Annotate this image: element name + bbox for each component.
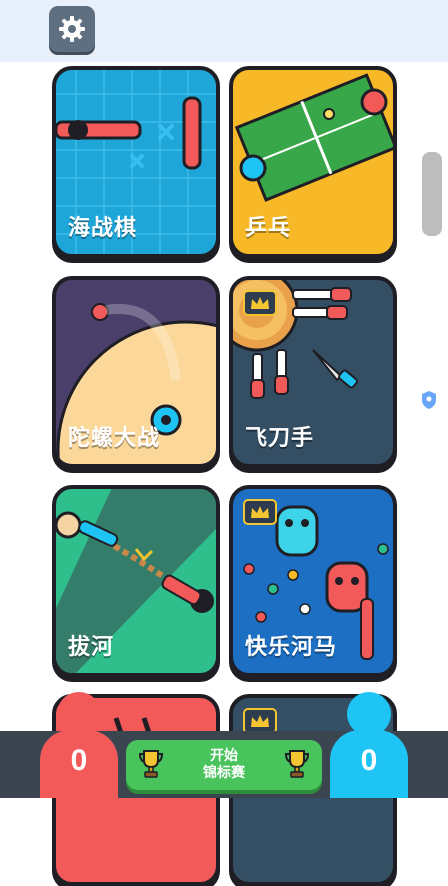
game-card-spinning-tops[interactable]: 陀螺大战 (52, 276, 220, 468)
scrollbar-thumb[interactable] (422, 152, 442, 236)
settings-button[interactable] (49, 6, 95, 52)
game-card-ping-pong[interactable]: 乒乓 (229, 66, 397, 258)
blue-player-score: 0 (360, 744, 378, 777)
trophy-icon (138, 750, 164, 778)
start-tournament-button[interactable]: 开始 锦标赛 (126, 740, 322, 790)
top-bar (0, 0, 448, 62)
game-label: 海战棋 (68, 216, 138, 241)
trophy-icon (284, 750, 310, 778)
game-card-knife-thrower[interactable]: 飞刀手 (229, 276, 397, 468)
game-label: 拔河 (68, 635, 115, 660)
start-line-1: 开始 (210, 748, 238, 764)
game-card-battleship[interactable]: 海战棋 (52, 66, 220, 258)
game-label: 快乐河马 (245, 635, 338, 660)
blue-player-avatar[interactable]: 0 (330, 692, 408, 798)
shield-icon[interactable] (421, 390, 437, 410)
crown-icon (243, 290, 277, 316)
start-line-2: 锦标赛 (203, 765, 245, 781)
gear-icon (59, 16, 85, 42)
red-player-score: 0 (70, 744, 88, 777)
crown-icon (243, 499, 277, 525)
start-tournament-label: 开始 锦标赛 (203, 748, 245, 782)
game-label: 乒乓 (245, 216, 292, 241)
game-card-tug-of-war[interactable]: 拔河 (52, 485, 220, 677)
game-label: 陀螺大战 (68, 426, 161, 451)
game-card-happy-hippo[interactable]: 快乐河马 (229, 485, 397, 677)
red-player-avatar[interactable]: 0 (40, 692, 118, 798)
game-label: 飞刀手 (245, 426, 315, 451)
